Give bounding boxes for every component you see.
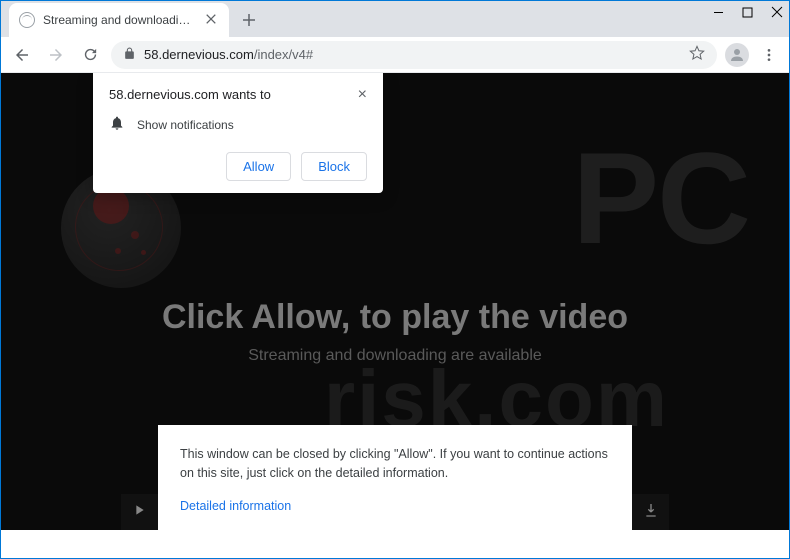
url-text: 58.dernevious.com/index/v4# <box>144 47 681 62</box>
tab-title: Streaming and downloading are <box>43 13 197 27</box>
browser-toolbar: 58.dernevious.com/index/v4# <box>1 37 789 73</box>
watermark-text-top: PC <box>572 123 749 273</box>
headline: Click Allow, to play the video <box>1 298 789 337</box>
main-message: Click Allow, to play the video Streaming… <box>1 298 789 365</box>
lock-icon <box>123 47 136 63</box>
play-icon[interactable] <box>131 502 147 523</box>
permission-origin: 58.dernevious.com wants to <box>109 87 271 102</box>
allow-button[interactable]: Allow <box>226 152 291 181</box>
block-button[interactable]: Block <box>301 152 367 181</box>
info-card-text: This window can be closed by clicking "A… <box>180 445 610 483</box>
notification-permission-prompt: 58.dernevious.com wants to × Show notifi… <box>93 73 383 193</box>
tab-strip: Streaming and downloading are <box>1 1 789 37</box>
back-button[interactable] <box>9 42 35 68</box>
permission-capability: Show notifications <box>137 118 234 132</box>
maximize-button[interactable] <box>742 5 753 23</box>
profile-button[interactable] <box>725 43 749 67</box>
new-tab-button[interactable] <box>235 6 263 34</box>
detailed-information-link[interactable]: Detailed information <box>180 499 291 513</box>
browser-menu-button[interactable] <box>757 43 781 67</box>
download-icon[interactable] <box>643 502 659 523</box>
forward-button[interactable] <box>43 42 69 68</box>
globe-icon <box>19 12 35 28</box>
close-window-button[interactable] <box>771 5 783 23</box>
reload-button[interactable] <box>77 42 103 68</box>
close-tab-icon[interactable] <box>205 13 219 27</box>
close-icon[interactable]: × <box>358 87 367 103</box>
page-content: PC risk.com Click Allow, to play the vid… <box>1 73 789 530</box>
browser-tab[interactable]: Streaming and downloading are <box>9 3 229 37</box>
bell-icon <box>109 115 125 134</box>
info-card: This window can be closed by clicking "A… <box>158 425 632 530</box>
bookmark-star-icon[interactable] <box>689 45 705 64</box>
subheadline: Streaming and downloading are available <box>1 347 789 365</box>
minimize-button[interactable] <box>713 5 724 23</box>
address-bar[interactable]: 58.dernevious.com/index/v4# <box>111 41 717 69</box>
